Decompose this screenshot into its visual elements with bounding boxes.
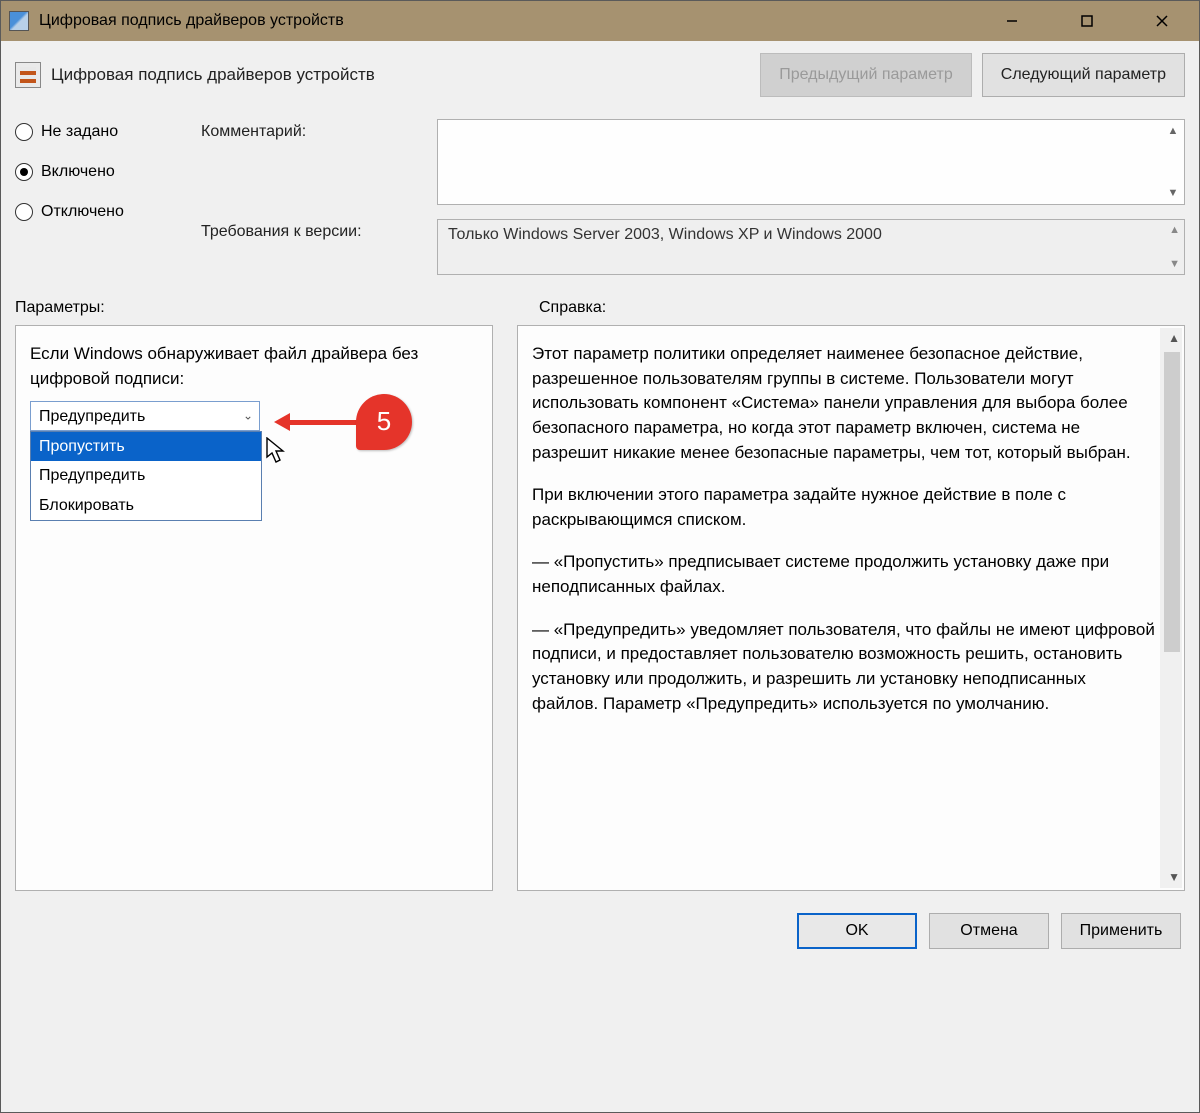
scroll-down-icon[interactable]: ▼ (1168, 869, 1180, 886)
radio-icon (15, 163, 33, 181)
scroll-up-icon[interactable]: ▲ (1169, 224, 1180, 236)
section-labels: Параметры: Справка: (1, 283, 1199, 325)
radio-icon (15, 123, 33, 141)
maximize-button[interactable] (1049, 1, 1124, 41)
comment-label: Комментарий: (201, 119, 431, 141)
radio-enabled[interactable]: Включено (15, 163, 195, 181)
next-setting-button[interactable]: Следующий параметр (982, 53, 1185, 97)
help-panel: Этот параметр политики определяет наимен… (517, 325, 1185, 891)
dropdown-option-skip[interactable]: Пропустить (31, 432, 261, 461)
previous-setting-button: Предыдущий параметр (760, 53, 972, 97)
policy-title: Цифровая подпись драйверов устройств (51, 65, 750, 85)
content-area: Цифровая подпись драйверов устройств Пре… (1, 41, 1199, 1112)
comment-textarea[interactable]: ▲ ▼ (437, 119, 1185, 205)
ok-button[interactable]: OK (797, 913, 917, 949)
help-paragraph: При включении этого параметра задайте ну… (532, 483, 1156, 532)
radio-label: Не задано (41, 123, 118, 141)
config-grid: Не задано Включено Отключено Комментарий… (1, 101, 1199, 283)
scroll-up-icon[interactable]: ▲ (1168, 330, 1180, 347)
scroll-up-icon[interactable]: ▲ (1164, 122, 1182, 140)
annotation-arrow-icon (274, 415, 364, 429)
scroll-down-icon[interactable]: ▼ (1164, 184, 1182, 202)
apply-button[interactable]: Применить (1061, 913, 1181, 949)
requirements-value: Только Windows Server 2003, Windows XP и… (448, 226, 882, 243)
help-paragraph: — «Предупредить» уведомляет пользователя… (532, 618, 1156, 717)
options-panel: Если Windows обнаруживает файл драйвера … (15, 325, 493, 891)
options-section-label: Параметры: (15, 299, 499, 317)
cancel-button[interactable]: Отмена (929, 913, 1049, 949)
chevron-down-icon: ⌄ (243, 408, 253, 425)
requirements-box: Только Windows Server 2003, Windows XP и… (437, 219, 1185, 275)
radio-not-configured[interactable]: Не задано (15, 123, 195, 141)
requirements-label: Требования к версии: (201, 219, 431, 241)
minimize-button[interactable] (974, 1, 1049, 41)
titlebar[interactable]: Цифровая подпись драйверов устройств (1, 1, 1199, 41)
state-radio-group: Не задано Включено Отключено (15, 119, 195, 221)
close-button[interactable] (1124, 1, 1199, 41)
header-row: Цифровая подпись драйверов устройств Пре… (1, 41, 1199, 101)
options-prompt: Если Windows обнаруживает файл драйвера … (30, 342, 478, 391)
dropdown-list: Пропустить Предупредить Блокировать (30, 431, 262, 521)
help-paragraph: — «Пропустить» предписывает системе прод… (532, 550, 1156, 599)
radio-label: Включено (41, 163, 115, 181)
help-paragraph: Этот параметр политики определяет наимен… (532, 342, 1156, 465)
annotation-bubble: 5 (356, 394, 412, 450)
dropdown-option-warn[interactable]: Предупредить (31, 461, 261, 490)
radio-disabled[interactable]: Отключено (15, 203, 195, 221)
panels: Если Windows обнаруживает файл драйвера … (1, 325, 1199, 901)
window-title: Цифровая подпись драйверов устройств (39, 12, 974, 30)
signing-action-dropdown[interactable]: Предупредить ⌄ Пропустить Предупредить Б… (30, 401, 260, 431)
dropdown-option-block[interactable]: Блокировать (31, 491, 261, 520)
dropdown-selected: Предупредить (39, 405, 145, 428)
annotation-callout: 5 (274, 394, 412, 450)
policy-editor-window: Цифровая подпись драйверов устройств Циф… (0, 0, 1200, 1113)
policy-icon (15, 62, 41, 88)
scrollbar-thumb[interactable] (1164, 352, 1180, 652)
app-icon (9, 11, 29, 31)
radio-label: Отключено (41, 203, 124, 221)
annotation-number: 5 (377, 403, 391, 441)
radio-icon (15, 203, 33, 221)
dialog-footer: OK Отмена Применить (1, 901, 1199, 965)
help-section-label: Справка: (539, 299, 606, 317)
scroll-down-icon[interactable]: ▼ (1169, 258, 1180, 270)
